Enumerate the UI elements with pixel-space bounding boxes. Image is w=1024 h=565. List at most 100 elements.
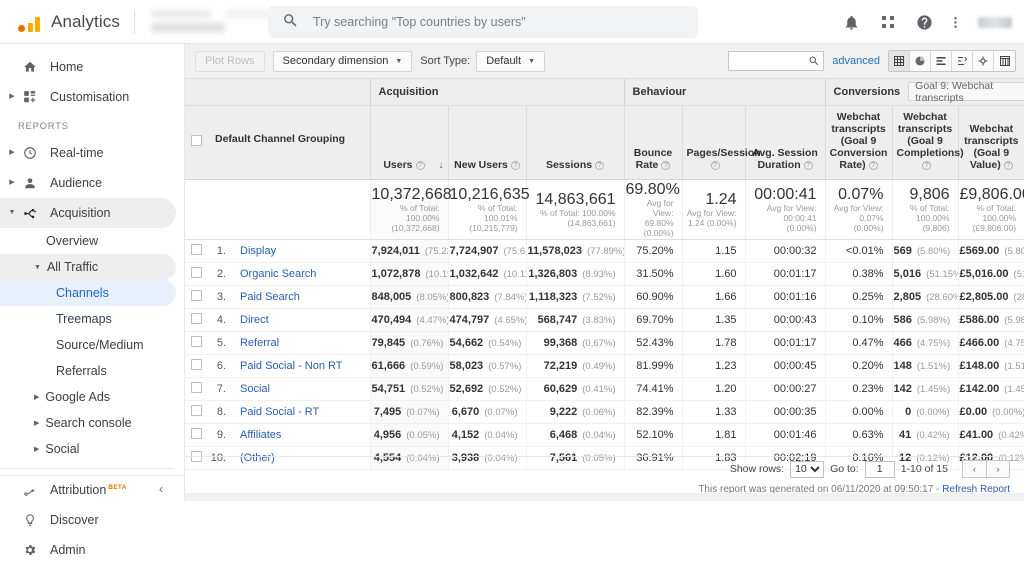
row-checkbox-cell[interactable]: [185, 285, 207, 308]
sidebar-item-admin[interactable]: Admin: [0, 535, 184, 565]
sidebar-item-real-time[interactable]: ▶ Real-time: [0, 138, 184, 168]
column-header-sessions[interactable]: Sessions?: [526, 105, 624, 179]
more-vertical-icon[interactable]: [953, 14, 958, 31]
help-icon[interactable]: ?: [661, 161, 670, 170]
search-input[interactable]: [311, 14, 681, 30]
column-header-bounce-rate[interactable]: Bounce Rate?: [624, 105, 682, 179]
sidebar-item-channels[interactable]: Channels: [0, 280, 176, 306]
table-row[interactable]: 5.Referral79,845(0.76%)54,662(0.54%)99,3…: [185, 331, 1024, 354]
sidebar-item-google-ads[interactable]: ▶ Google Ads: [0, 384, 184, 410]
row-name-link[interactable]: Organic Search: [240, 268, 316, 280]
sidebar-item-audience[interactable]: ▶ Audience: [0, 168, 184, 198]
row-checkbox[interactable]: [191, 405, 202, 416]
column-header-avg-session-duration[interactable]: Avg. Session Duration?: [745, 105, 825, 179]
row-name-cell[interactable]: Paid Social - RT: [231, 400, 370, 423]
row-checkbox[interactable]: [191, 428, 202, 439]
row-name-cell[interactable]: Direct: [231, 308, 370, 331]
help-icon[interactable]: [916, 14, 933, 31]
row-name-cell[interactable]: Social: [231, 377, 370, 400]
avatar[interactable]: [978, 17, 1012, 28]
row-name-link[interactable]: Affiliates: [240, 429, 281, 441]
row-name-cell[interactable]: Organic Search: [231, 262, 370, 285]
notifications-icon[interactable]: [843, 14, 860, 31]
table-row[interactable]: 9.Affiliates4,956(0.05%)4,152(0.04%)6,46…: [185, 423, 1024, 446]
pie-view-icon[interactable]: [910, 51, 931, 71]
pivot-view-icon[interactable]: [973, 51, 994, 71]
sidebar-item-social[interactable]: ▶ Social: [0, 436, 184, 462]
row-checkbox[interactable]: [191, 359, 202, 370]
secondary-dimension-button[interactable]: Secondary dimension ▼: [273, 51, 413, 72]
row-name-link[interactable]: Display: [240, 245, 276, 257]
sidebar-item-acquisition[interactable]: ▼ Acquisition: [0, 198, 176, 228]
table-row[interactable]: 1.Display7,924,011(75.23%)7,724,907(75.6…: [185, 239, 1024, 262]
apps-grid-icon[interactable]: [880, 14, 896, 30]
plot-rows-button[interactable]: Plot Rows: [195, 51, 265, 72]
account-property-selector[interactable]: [149, 9, 277, 35]
row-name-cell[interactable]: Paid Social - Non RT: [231, 354, 370, 377]
table-row[interactable]: 6.Paid Social - Non RT61,666(0.59%)58,02…: [185, 354, 1024, 377]
global-search[interactable]: [268, 6, 698, 38]
row-checkbox-cell[interactable]: [185, 331, 207, 354]
row-checkbox-cell[interactable]: [185, 423, 207, 446]
dimension-header[interactable]: Default Channel Grouping: [207, 105, 370, 179]
row-name-cell[interactable]: Paid Search: [231, 285, 370, 308]
help-icon[interactable]: ?: [595, 161, 604, 170]
column-header-pages-session[interactable]: Pages/Session?: [682, 105, 745, 179]
show-rows-select[interactable]: 10: [790, 461, 824, 478]
row-name-link[interactable]: Direct: [240, 314, 269, 326]
row-name-link[interactable]: Social: [240, 383, 270, 395]
table-row[interactable]: 7.Social54,751(0.52%)52,692(0.52%)60,629…: [185, 377, 1024, 400]
sidebar-item-referrals[interactable]: Referrals: [0, 358, 184, 384]
sidebar-item-home[interactable]: Home: [0, 52, 184, 82]
row-checkbox[interactable]: [191, 290, 202, 301]
sidebar-item-all-traffic[interactable]: ▼ All Traffic: [0, 254, 176, 280]
help-icon[interactable]: ?: [922, 161, 931, 170]
row-checkbox-cell[interactable]: [185, 400, 207, 423]
row-name-link[interactable]: Paid Social - RT: [240, 406, 319, 418]
row-checkbox[interactable]: [191, 313, 202, 324]
sidebar-item-customisation[interactable]: ▶ Customisation: [0, 82, 184, 112]
comparison-view-icon[interactable]: [952, 51, 973, 71]
bar-view-icon[interactable]: [931, 51, 952, 71]
help-icon[interactable]: ?: [416, 161, 425, 170]
prev-page-button[interactable]: ‹: [962, 460, 986, 478]
row-checkbox[interactable]: [191, 244, 202, 255]
row-name-cell[interactable]: Referral: [231, 331, 370, 354]
table-search-input[interactable]: [728, 51, 824, 71]
sidebar-item-search-console[interactable]: ▶ Search console: [0, 410, 184, 436]
table-view-icon[interactable]: [889, 51, 910, 71]
sidebar-item-treemaps[interactable]: Treemaps: [0, 306, 176, 332]
sort-type-select[interactable]: Default ▼: [476, 51, 545, 72]
term-cloud-icon[interactable]: [994, 51, 1015, 71]
column-header-goal9-value[interactable]: Webchat transcripts (Goal 9 Value)?: [958, 105, 1024, 179]
column-header-new-users[interactable]: New Users?: [448, 105, 526, 179]
table-row[interactable]: 8.Paid Social - RT7,495(0.07%)6,670(0.07…: [185, 400, 1024, 423]
column-header-users[interactable]: Users?↓: [370, 105, 448, 179]
row-name-link[interactable]: Referral: [240, 337, 279, 349]
row-name-link[interactable]: Paid Search: [240, 291, 300, 303]
row-checkbox-cell[interactable]: [185, 262, 207, 285]
help-icon[interactable]: ?: [804, 161, 813, 170]
help-icon[interactable]: ?: [869, 161, 878, 170]
help-icon[interactable]: ?: [1004, 161, 1013, 170]
row-checkbox-cell[interactable]: [185, 354, 207, 377]
row-name-link[interactable]: Paid Social - Non RT: [240, 360, 343, 372]
goto-input[interactable]: [865, 461, 895, 478]
row-checkbox-cell[interactable]: [185, 239, 207, 262]
row-name-cell[interactable]: Affiliates: [231, 423, 370, 446]
row-checkbox[interactable]: [191, 336, 202, 347]
table-row[interactable]: 4.Direct470,494(4.47%)474,797(4.65%)568,…: [185, 308, 1024, 331]
select-all-checkbox[interactable]: [191, 135, 202, 146]
sidebar-item-source-medium[interactable]: Source/Medium: [0, 332, 184, 358]
row-checkbox-cell[interactable]: [185, 308, 207, 331]
table-row[interactable]: 3.Paid Search848,005(8.05%)800,823(7.84%…: [185, 285, 1024, 308]
column-header-goal9-completions[interactable]: Webchat transcripts (Goal 9 Completions)…: [892, 105, 958, 179]
help-icon[interactable]: ?: [711, 161, 720, 170]
row-name-cell[interactable]: Display: [231, 239, 370, 262]
sidebar-collapse-button[interactable]: ‹: [0, 475, 185, 501]
table-row[interactable]: 2.Organic Search1,072,878(10.19%)1,032,6…: [185, 262, 1024, 285]
row-checkbox[interactable]: [191, 267, 202, 278]
goal-select[interactable]: Goal 9: Webchat transcripts ▼: [908, 82, 1024, 101]
column-header-goal9-conversion-rate[interactable]: Webchat transcripts (Goal 9 Conversion R…: [825, 105, 892, 179]
row-checkbox[interactable]: [191, 382, 202, 393]
